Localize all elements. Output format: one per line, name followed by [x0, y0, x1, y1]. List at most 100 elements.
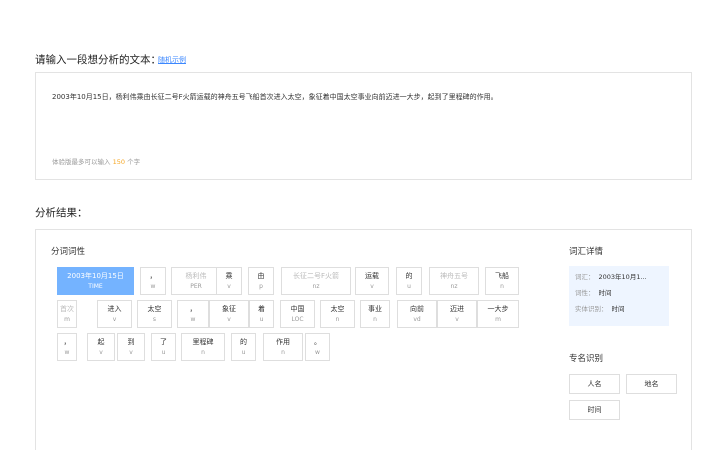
token-word: 起 [97, 338, 105, 346]
token-pos: v [129, 349, 133, 356]
token-pos: n [281, 349, 285, 356]
token-word: 长征二号F火箭 [292, 272, 340, 280]
detail-key: 词性： [575, 289, 595, 297]
token-pos: n [335, 316, 340, 323]
input-section-title: 请输入一段想分析的文本： [35, 54, 161, 66]
token-pos: u [259, 316, 264, 323]
token-pos: w [315, 349, 320, 356]
token-pos: w [150, 283, 156, 290]
word-token[interactable]: 象征 v [209, 300, 249, 328]
token-pos: n [373, 316, 377, 323]
word-token[interactable]: 到v [117, 333, 145, 361]
word-token[interactable]: 的u [231, 333, 256, 361]
token-pos: m [64, 316, 70, 323]
input-text[interactable]: 2003年10月15日，杨利伟乘由长征二号F火箭运载的神舟五号飞船首次进入太空，… [52, 92, 498, 102]
detail-value: 2003年10月1... [598, 273, 647, 281]
token-pos: v [99, 349, 103, 356]
token-word: 太空 [330, 305, 345, 313]
word-token[interactable]: 首次 m [57, 300, 77, 328]
word-token[interactable]: 杨利伟 PER [171, 267, 221, 295]
token-pos: w [64, 349, 70, 356]
token-word: 事业 [368, 305, 382, 313]
result-panel: 分词词性 2003年10月15日 TIME， w 杨利伟 PER 乘 v 由 p 长征二号F火箭 n… [35, 229, 692, 450]
segmentation-title: 分词词性 [51, 247, 86, 257]
word-token[interactable]: 里程碑 n [181, 333, 225, 361]
word-token[interactable]: 的u [396, 267, 422, 295]
token-word: 里程碑 [192, 338, 214, 346]
token-pos: TIME [88, 283, 103, 290]
token-pos: v [370, 283, 374, 290]
word-token[interactable]: 作用 n [263, 333, 303, 361]
word-token[interactable]: 乘v [216, 267, 242, 295]
token-word: 乘 [225, 272, 233, 280]
word-token[interactable]: ， w [140, 267, 166, 295]
token-pos: w [190, 316, 196, 323]
token-pos: v [227, 316, 231, 323]
token-word: 神舟五号 [440, 272, 468, 280]
word-token[interactable]: ， w [57, 333, 77, 361]
token-pos: LOC [291, 316, 304, 323]
token-word: 由 [257, 272, 265, 280]
detail-key: 实体识别： [575, 305, 608, 313]
detail-value: 时间 [611, 305, 625, 313]
word-token[interactable]: 起v [87, 333, 115, 361]
word-token[interactable]: 由p [248, 267, 274, 295]
limit-prefix: 体验版最多可以输入 [52, 158, 111, 166]
word-token[interactable]: 2003年10月15日 TIME [57, 267, 134, 295]
detail-value: 时间 [598, 289, 612, 297]
token-word: 着 [258, 305, 265, 313]
word-token[interactable]: 进入 v [97, 300, 132, 328]
token-word: 太空 [147, 305, 162, 313]
detail-row-word: 词汇： 2003年10月1... [575, 273, 663, 282]
limit-suffix: 个字 [127, 158, 141, 166]
word-token[interactable]: 长征二号F火箭 nz [281, 267, 351, 295]
word-token[interactable]: 运载 v [355, 267, 389, 295]
ner-location-button[interactable]: 地名 [626, 374, 677, 394]
ner-title: 专名识别 [569, 354, 604, 364]
token-word: 迈进 [450, 305, 464, 313]
limit-number: 150 [112, 158, 125, 166]
word-token[interactable]: 太空 s [137, 300, 172, 328]
token-word: 的 [405, 272, 413, 280]
word-token[interactable]: 着u [249, 300, 274, 328]
token-pos: v [227, 283, 231, 290]
word-token[interactable]: 事业 n [360, 300, 390, 328]
ner-person-button[interactable]: 人名 [569, 374, 620, 394]
detail-title: 词汇详情 [569, 247, 604, 257]
word-token[interactable]: 太空 n [320, 300, 355, 328]
ner-time-button[interactable]: 时间 [569, 400, 620, 420]
token-pos: u [161, 349, 166, 356]
word-token[interactable]: 神舟五号 nz [429, 267, 479, 295]
token-word: 到 [127, 338, 135, 346]
token-pos: m [495, 316, 501, 323]
word-token[interactable]: ， w [177, 300, 209, 328]
token-pos: nz [312, 283, 320, 290]
word-token[interactable]: 一大步 m [477, 300, 519, 328]
token-word: ， [189, 305, 197, 313]
word-token[interactable]: 迈进 v [437, 300, 477, 328]
detail-row-pos: 词性： 时间 [575, 289, 663, 298]
token-pos: u [407, 283, 411, 290]
char-limit-hint: 体验版最多可以输入 150 个字 [52, 156, 140, 166]
token-word: 中国 [290, 305, 305, 313]
word-token[interactable]: 。 w [305, 333, 330, 361]
token-word: 首次 [60, 305, 74, 313]
token-word: 进入 [107, 305, 122, 313]
token-word: 作用 [276, 338, 290, 346]
detail-row-entity: 实体识别： 时间 [575, 305, 663, 314]
word-detail-panel: 词汇： 2003年10月1... 词性： 时间 实体识别： 时间 [569, 266, 669, 326]
token-word: 2003年10月15日 [67, 272, 124, 280]
token-pos: n [500, 283, 504, 290]
word-token[interactable]: 飞船 n [485, 267, 519, 295]
text-input-area[interactable]: 2003年10月15日，杨利伟乘由长征二号F火箭运载的神舟五号飞船首次进入太空，… [35, 72, 692, 180]
token-word: 杨利伟 [185, 272, 207, 280]
token-pos: n [201, 349, 205, 356]
word-token[interactable]: 中国 LOC [280, 300, 315, 328]
word-token[interactable]: 了u [151, 333, 176, 361]
token-word: 的 [240, 338, 247, 346]
detail-key: 词汇： [575, 273, 595, 281]
token-pos: PER [190, 283, 202, 290]
word-token[interactable]: 向前 vd [397, 300, 437, 328]
token-word: ， [149, 272, 157, 280]
random-example-link[interactable]: 随机示例 [158, 55, 186, 65]
